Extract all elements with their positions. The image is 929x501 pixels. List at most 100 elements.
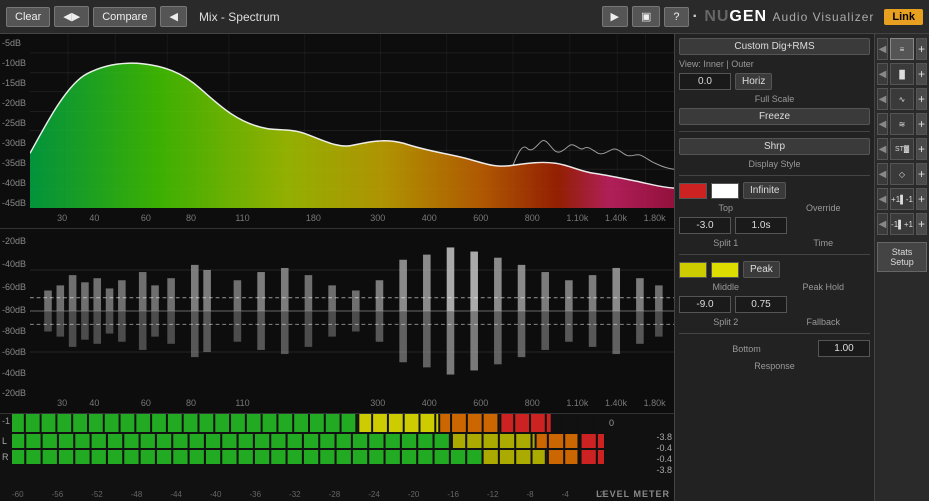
logo-sub: Audio Visualizer — [773, 10, 875, 24]
fallback-input[interactable]: 0.75 — [735, 296, 787, 313]
freeze-button[interactable]: Freeze — [679, 108, 870, 125]
side-left-arrow-1[interactable]: ◀ — [877, 38, 888, 60]
yellow-swatch[interactable] — [679, 262, 707, 278]
side-btn-group-5: ◀ ST▓ + — [877, 138, 927, 160]
side-btn-group-8: ◀ -1▌+1 + — [877, 213, 927, 235]
side-left-arrow-3[interactable]: ◀ — [877, 88, 888, 110]
red-swatch[interactable] — [679, 183, 707, 199]
db-label: -35dB — [2, 158, 26, 168]
side-btn-group-4: ◀ ≋ + — [877, 113, 927, 135]
value-input[interactable]: 0.0 — [679, 73, 731, 90]
scale-label: -52 — [91, 490, 103, 499]
left-panel: -5dB -10dB -15dB -20dB -25dB -30dB -35dB… — [0, 34, 674, 501]
db-label: -40dB — [2, 259, 26, 269]
freq-label-1k1: 1.10k — [566, 213, 588, 223]
side-plus-2[interactable]: + — [916, 63, 927, 85]
scale-label: -48 — [131, 490, 143, 499]
side-wave-icon-2[interactable]: ≋ — [890, 113, 914, 135]
side-plus-8[interactable]: + — [916, 213, 927, 235]
freq-label: 300 — [370, 398, 385, 408]
side-minus1-icon[interactable]: -1▌+1 — [890, 213, 914, 235]
level-meter-label: LEVEL METER — [596, 489, 670, 499]
scale-label: -36 — [249, 490, 261, 499]
white-swatch[interactable] — [711, 183, 739, 199]
split1-label: Split 1 — [679, 238, 773, 248]
zero-marker: 0 — [609, 418, 614, 428]
yellow2-swatch[interactable] — [711, 262, 739, 278]
db-label: -10dB — [2, 58, 26, 68]
minus1-label: -1 — [2, 416, 10, 426]
back-button[interactable]: ◀▶ — [54, 6, 89, 27]
horiz-button[interactable]: Horiz — [735, 73, 772, 90]
l-channel-meter: L — [2, 434, 604, 448]
side-st-icon[interactable]: ST▓ — [890, 138, 914, 160]
scale-label: -4 — [562, 490, 569, 499]
stop-button[interactable]: ▣ — [632, 6, 660, 27]
db-label: -20dB — [2, 98, 26, 108]
db-readout-2: -0.4 — [656, 443, 672, 453]
side-plus-4[interactable]: + — [916, 113, 927, 135]
db-label: -60dB — [2, 282, 26, 292]
split2-label: Split 2 — [679, 317, 773, 327]
side-line-icon-1[interactable]: ≡ — [890, 38, 914, 60]
side-btn-group-7: ◀ +1▌-1 + — [877, 188, 927, 210]
freq-label: 80 — [186, 398, 196, 408]
db-label: -25dB — [2, 118, 26, 128]
spectrum-title: Mix - Spectrum — [199, 10, 598, 24]
response-input[interactable]: 1.00 — [818, 340, 870, 357]
compare-button[interactable]: Compare — [93, 7, 156, 27]
side-diamond-icon[interactable]: ◇ — [890, 163, 914, 185]
db-label: -45dB — [2, 198, 26, 208]
side-left-arrow-5[interactable]: ◀ — [877, 138, 888, 160]
db-label: -80dB — [2, 305, 26, 315]
scale-label: -44 — [170, 490, 182, 499]
scale-label: -28 — [329, 490, 341, 499]
r-label: R — [2, 452, 12, 462]
split1-labels-row: Split 1 Time — [679, 238, 870, 248]
spectrum-area: -5dB -10dB -15dB -20dB -25dB -30dB -35dB… — [0, 34, 674, 229]
help-button[interactable]: ? — [664, 7, 688, 27]
side-plus-3[interactable]: + — [916, 88, 927, 110]
bottom-section: -1 — [0, 414, 674, 501]
level-bars-visualization — [30, 229, 674, 393]
custom-dig-rms-button[interactable]: Custom Dig+RMS — [679, 38, 870, 55]
bottom-label: Bottom — [679, 344, 814, 354]
side-bars-icon-1[interactable]: ▐▌ — [890, 63, 914, 85]
play-button[interactable]: ▶ — [602, 6, 628, 27]
freq-label-600: 600 — [473, 213, 488, 223]
time-input[interactable]: 1.0s — [735, 217, 787, 234]
peak-button[interactable]: Peak — [743, 261, 780, 278]
freq-label-1k8: 1.80k — [644, 213, 666, 223]
side-plus-6[interactable]: + — [916, 163, 927, 185]
view-label: View: Inner | Outer — [679, 59, 870, 69]
full-scale-label: Full Scale — [679, 94, 870, 104]
side-plus1-icon[interactable]: +1▌-1 — [890, 188, 914, 210]
side-left-arrow-2[interactable]: ◀ — [877, 63, 888, 85]
scale-label: -20 — [408, 490, 420, 499]
side-left-arrow-8[interactable]: ◀ — [877, 213, 888, 235]
db-label: -80dB — [2, 326, 26, 336]
link-button[interactable]: Link — [884, 9, 923, 25]
db-label: -5dB — [2, 38, 26, 48]
side-plus-5[interactable]: + — [916, 138, 927, 160]
side-wave-icon-1[interactable]: ∿ — [890, 88, 914, 110]
shrp-button[interactable]: Shrp — [679, 138, 870, 155]
db-label: -40dB — [2, 368, 26, 378]
split1-input[interactable]: -3.0 — [679, 217, 731, 234]
split2-input[interactable]: -9.0 — [679, 296, 731, 313]
freq-label: 800 — [525, 398, 540, 408]
left-arrow-button[interactable]: ◀ — [160, 6, 186, 27]
stats-setup-button[interactable]: Stats Setup — [877, 242, 927, 272]
clear-button[interactable]: Clear — [6, 7, 50, 27]
side-plus-1[interactable]: + — [916, 38, 927, 60]
scale-label: -56 — [52, 490, 64, 499]
db-readout-3: -0.4 — [656, 454, 672, 464]
side-plus-7[interactable]: + — [916, 188, 927, 210]
side-btn-group-6: ◀ ◇ + — [877, 163, 927, 185]
side-left-arrow-6[interactable]: ◀ — [877, 163, 888, 185]
db-readouts: -3.8 -0.4 -0.4 -3.8 — [656, 432, 672, 475]
time-label: Time — [777, 238, 871, 248]
side-left-arrow-7[interactable]: ◀ — [877, 188, 888, 210]
side-left-arrow-4[interactable]: ◀ — [877, 113, 888, 135]
infinite-button[interactable]: Infinite — [743, 182, 786, 199]
